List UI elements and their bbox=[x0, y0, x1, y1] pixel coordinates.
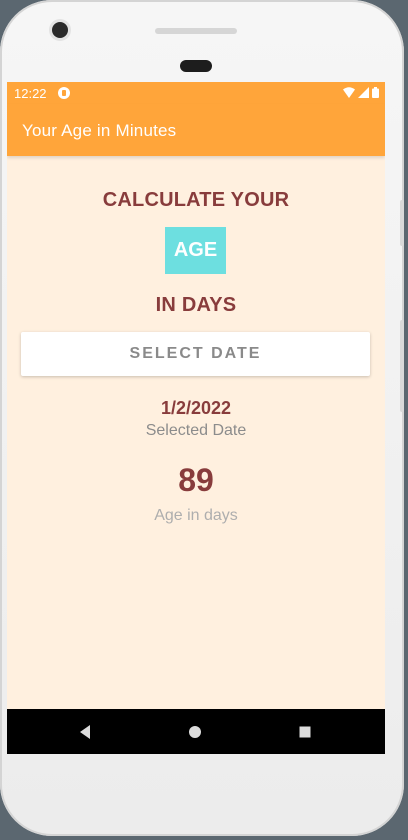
front-camera bbox=[52, 22, 68, 38]
app-screen: 12:22 Your Age in Minutes CALCULATE YOUR… bbox=[7, 82, 385, 754]
navigation-bar bbox=[7, 709, 385, 754]
selected-date-value: 1/2/2022 bbox=[160, 398, 232, 418]
phone-frame: 12:22 Your Age in Minutes CALCULATE YOUR… bbox=[0, 0, 404, 836]
app-notification-icon bbox=[58, 87, 70, 99]
heading-in-days: IN DAYS bbox=[155, 294, 237, 316]
battery-icon bbox=[372, 87, 379, 98]
app-bar: Your Age in Minutes bbox=[7, 104, 385, 156]
select-date-button[interactable]: SELECT DATE bbox=[21, 332, 370, 376]
proximity-sensor bbox=[180, 60, 212, 72]
app-title: Your Age in Minutes bbox=[22, 121, 177, 140]
status-time: 12:22 bbox=[14, 86, 47, 101]
power-button bbox=[400, 320, 404, 412]
status-bar: 12:22 bbox=[7, 82, 385, 104]
heading-calculate-your: CALCULATE YOUR bbox=[102, 189, 290, 211]
earpiece bbox=[155, 28, 237, 34]
wifi-icon bbox=[343, 87, 355, 98]
recents-icon[interactable] bbox=[293, 720, 317, 744]
age-badge: AGE bbox=[165, 227, 226, 274]
age-in-days-label: Age in days bbox=[154, 507, 238, 524]
status-icons bbox=[343, 87, 379, 98]
selected-date-label: Selected Date bbox=[145, 422, 247, 439]
signal-icon bbox=[358, 87, 369, 98]
home-icon[interactable] bbox=[183, 720, 207, 744]
age-in-days-value: 89 bbox=[178, 462, 214, 498]
back-icon[interactable] bbox=[73, 720, 97, 744]
volume-button bbox=[400, 200, 404, 246]
